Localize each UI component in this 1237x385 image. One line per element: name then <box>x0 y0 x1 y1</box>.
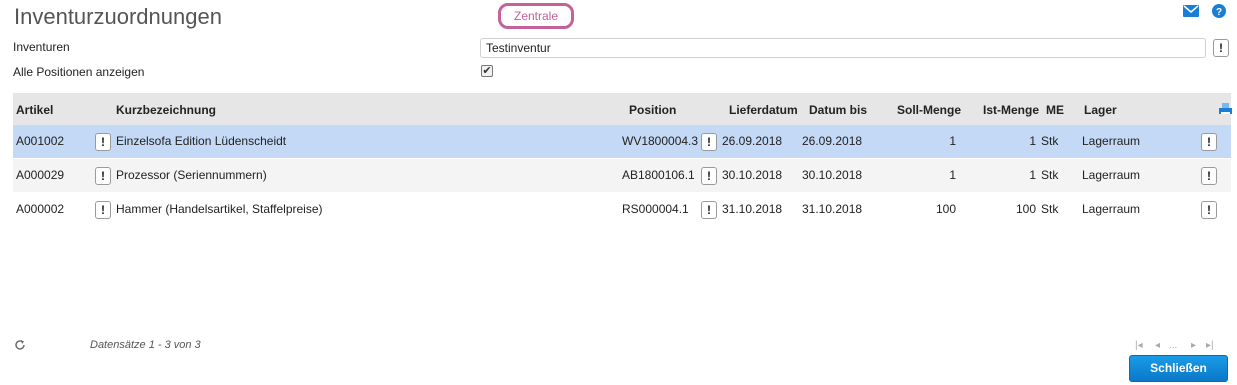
records-count: Datensätze 1 - 3 von 3 <box>90 339 201 351</box>
show-all-label: Alle Positionen anzeigen <box>13 65 145 79</box>
pager-last[interactable]: ▸| <box>1206 340 1214 351</box>
cell-datum-bis: 26.09.2018 <box>802 134 863 148</box>
col-ist-menge[interactable]: Ist-Menge <box>983 103 1039 117</box>
position-info-button[interactable]: ! <box>701 167 717 185</box>
position-info-button[interactable]: ! <box>701 201 717 219</box>
cell-ist-menge: 100 <box>1015 202 1036 216</box>
cell-soll-menge: 100 <box>935 202 956 216</box>
cell-lager: Lagerraum <box>1082 134 1141 148</box>
cell-datum-bis: 31.10.2018 <box>802 202 863 216</box>
table-row[interactable]: A001002 Einzelsofa Edition Lüdenscheidt WV… <box>13 125 1231 158</box>
cell-lager: Lagerraum <box>1082 202 1141 216</box>
cell-me: Stk <box>1041 168 1059 182</box>
cell-soll-menge: 1 <box>949 168 956 182</box>
row-info-button[interactable]: ! <box>1201 167 1217 185</box>
svg-text:?: ? <box>1216 7 1222 18</box>
col-artikel[interactable]: Artikel <box>16 103 53 117</box>
cell-position: AB1800106.1 <box>622 168 695 182</box>
col-lager[interactable]: Lager <box>1084 103 1117 117</box>
col-position[interactable]: Position <box>629 103 676 117</box>
cell-kurzbezeichnung: Einzelsofa Edition Lüdenscheidt <box>116 134 287 148</box>
cell-ist-menge: 1 <box>1029 134 1036 148</box>
export-icon[interactable] <box>1219 102 1232 117</box>
cell-lieferdatum: 30.10.2018 <box>722 168 783 182</box>
show-all-checkbox[interactable]: ✔ <box>481 65 493 77</box>
col-datum-bis[interactable]: Datum bis <box>809 103 867 117</box>
artikel-info-button[interactable]: ! <box>95 133 111 151</box>
col-kurzbezeichnung[interactable]: Kurzbezeichnung <box>116 103 216 117</box>
cell-me: Stk <box>1041 202 1059 216</box>
inventuren-label: Inventuren <box>13 40 70 54</box>
artikel-info-button[interactable]: ! <box>95 201 111 219</box>
pager-pages[interactable]: ... <box>1169 340 1177 351</box>
pager-first[interactable]: |◂ <box>1135 340 1143 351</box>
table-row[interactable]: A000002 Hammer (Handelsartikel, Staffelpr… <box>13 193 1231 226</box>
cell-lieferdatum: 26.09.2018 <box>722 134 783 148</box>
pager-next[interactable]: ▸ <box>1191 340 1196 351</box>
page-title: Inventurzuordnungen <box>14 4 222 29</box>
close-button[interactable]: Schließen <box>1129 355 1228 382</box>
cell-lieferdatum: 31.10.2018 <box>722 202 783 216</box>
row-info-button[interactable]: ! <box>1201 201 1217 219</box>
context-badge[interactable]: Zentrale <box>498 3 574 29</box>
cell-kurzbezeichnung: Hammer (Handelsartikel, Staffelpreise) <box>116 202 323 216</box>
col-lieferdatum[interactable]: Lieferdatum <box>729 103 798 117</box>
refresh-icon[interactable] <box>14 339 26 354</box>
col-me[interactable]: ME <box>1046 103 1064 117</box>
cell-position: WV1800004.3 <box>622 134 699 148</box>
cell-soll-menge: 1 <box>949 134 956 148</box>
table-row[interactable]: A000029 Prozessor (Seriennummern) AB180010… <box>13 159 1231 192</box>
inventuren-info-button[interactable]: ! <box>1213 39 1229 57</box>
table-header: Artikel Kurzbezeichnung Position Lieferd… <box>13 93 1232 125</box>
cell-artikel: A000002 <box>16 202 65 216</box>
artikel-info-button[interactable]: ! <box>95 167 111 185</box>
cell-me: Stk <box>1041 134 1059 148</box>
cell-position: RS000004.1 <box>622 202 689 216</box>
mail-icon[interactable] <box>1183 5 1199 19</box>
cell-artikel: A001002 <box>16 134 65 148</box>
pager-prev[interactable]: ◂ <box>1155 340 1160 351</box>
inventuren-field[interactable] <box>480 38 1206 58</box>
row-info-button[interactable]: ! <box>1201 133 1217 151</box>
help-icon[interactable]: ? <box>1212 4 1228 18</box>
cell-ist-menge: 1 <box>1029 168 1036 182</box>
cell-kurzbezeichnung: Prozessor (Seriennummern) <box>116 168 267 182</box>
cell-artikel: A000029 <box>16 168 65 182</box>
cell-datum-bis: 30.10.2018 <box>802 168 863 182</box>
cell-lager: Lagerraum <box>1082 168 1141 182</box>
position-info-button[interactable]: ! <box>701 133 717 151</box>
col-soll-menge[interactable]: Soll-Menge <box>897 103 961 117</box>
